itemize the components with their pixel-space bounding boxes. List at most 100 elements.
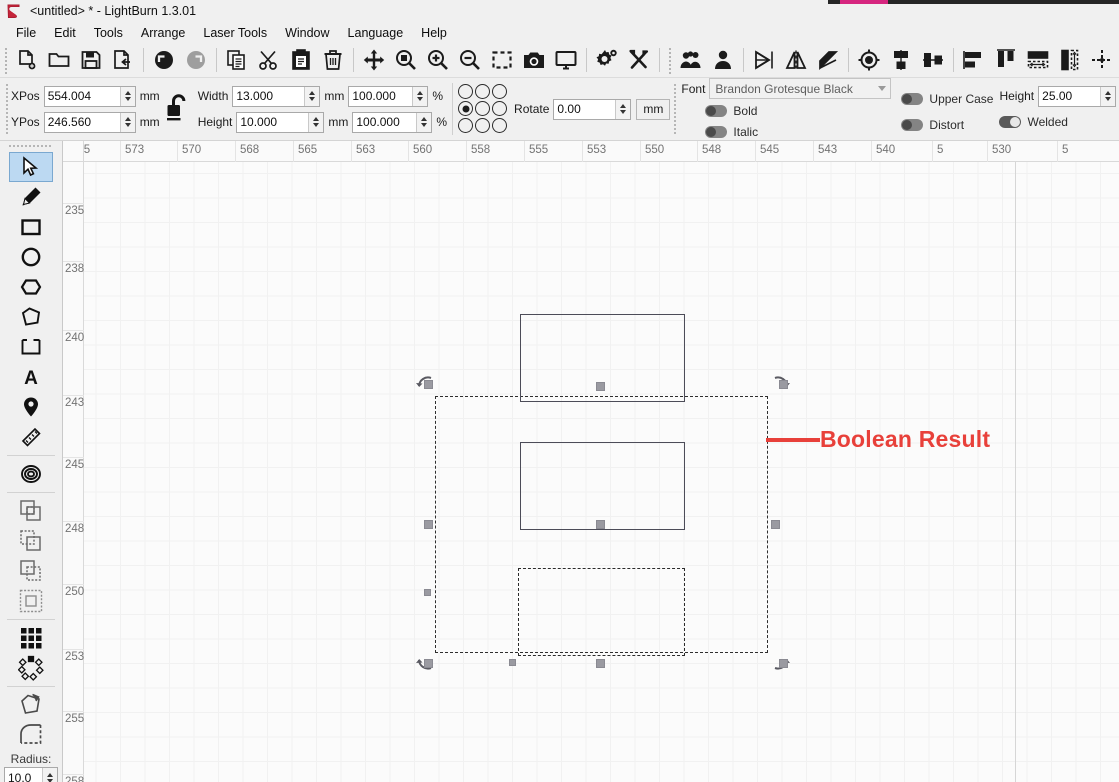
open-shape-icon[interactable]	[9, 332, 53, 362]
ellipse-tool-icon[interactable]	[9, 242, 53, 272]
ypos-stepper[interactable]	[119, 112, 135, 132]
arrow-up-icon[interactable]	[309, 91, 316, 95]
menu-edit[interactable]: Edit	[45, 24, 85, 42]
arrow-down-icon[interactable]	[47, 778, 53, 782]
toggle-switch[interactable]	[705, 125, 728, 138]
anchor-cell-middle-right[interactable]	[492, 101, 508, 116]
close-path-icon[interactable]	[812, 44, 844, 76]
toggle-switch[interactable]	[901, 93, 924, 105]
propbar-drag-handle-2[interactable]	[673, 82, 679, 136]
distort-toggle[interactable]: Distort	[901, 118, 964, 132]
height-percent-spinbox[interactable]	[352, 111, 433, 133]
italic-toggle[interactable]: Italic	[705, 125, 758, 139]
font-family-select[interactable]: Brandon Grotesque Black	[709, 78, 892, 99]
circular-array-icon[interactable]	[9, 653, 53, 683]
monitor-icon[interactable]	[550, 44, 582, 76]
save-file-icon[interactable]	[75, 44, 107, 76]
lock-aspect-ratio-button[interactable]	[160, 78, 198, 140]
redo-icon[interactable]	[180, 44, 212, 76]
toolbar-drag-handle-2[interactable]	[666, 46, 674, 74]
arrow-down-icon[interactable]	[313, 123, 320, 127]
xpos-input[interactable]	[44, 86, 120, 106]
menu-language[interactable]: Language	[339, 24, 413, 42]
arrow-down-icon[interactable]	[124, 123, 131, 127]
measure-tool-icon[interactable]	[9, 422, 53, 452]
arrow-down-icon[interactable]	[417, 97, 424, 101]
chevron-down-icon[interactable]	[878, 86, 887, 91]
rotate-stepper[interactable]	[615, 99, 631, 119]
resize-handle-middle-right[interactable]	[771, 520, 780, 529]
resize-handle-top-right[interactable]	[779, 380, 788, 389]
ungroup-icon[interactable]	[707, 44, 739, 76]
ruler-corner[interactable]	[63, 141, 84, 162]
rotate-unit-button[interactable]: mm	[636, 98, 671, 120]
zoom-to-fit-icon[interactable]	[390, 44, 422, 76]
copy-icon[interactable]	[221, 44, 253, 76]
arrow-up-icon[interactable]	[124, 117, 131, 121]
closed-polyline-icon[interactable]	[9, 302, 53, 332]
arrow-down-icon[interactable]	[1105, 97, 1112, 101]
ypos-spinbox[interactable]	[43, 111, 136, 133]
paste-icon[interactable]	[285, 44, 317, 76]
delete-icon[interactable]	[317, 44, 349, 76]
anchor-cell-top-left[interactable]	[458, 84, 474, 99]
settings-gear-icon[interactable]	[591, 44, 623, 76]
radius-stepper[interactable]	[42, 768, 57, 782]
arrow-up-icon[interactable]	[47, 772, 53, 777]
font-height-stepper[interactable]	[1100, 86, 1116, 106]
boolean-subtract-icon[interactable]	[9, 526, 53, 556]
propbar-drag-handle[interactable]	[3, 82, 11, 136]
move-icon[interactable]	[358, 44, 390, 76]
arrow-up-icon[interactable]	[620, 104, 627, 108]
arrow-down-icon[interactable]	[309, 97, 316, 101]
boolean-intersect-icon[interactable]	[9, 556, 53, 586]
zoom-in-icon[interactable]	[422, 44, 454, 76]
boolean-difference-icon[interactable]	[9, 586, 53, 616]
menu-file[interactable]: File	[7, 24, 45, 42]
flip-horizontal-icon[interactable]	[748, 44, 780, 76]
bold-toggle[interactable]: Bold	[705, 104, 757, 118]
menu-window[interactable]: Window	[276, 24, 338, 42]
height-spinbox[interactable]	[236, 111, 325, 133]
unlocked-padlock-icon[interactable]	[166, 93, 192, 126]
pencil-draw-icon[interactable]	[9, 182, 53, 212]
export-file-icon[interactable]	[107, 44, 139, 76]
anchor-cell-top-right[interactable]	[492, 84, 508, 99]
position-pin-icon[interactable]	[9, 392, 53, 422]
xpos-spinbox[interactable]	[43, 85, 136, 107]
anchor-cell-bottom-left[interactable]	[458, 118, 474, 133]
anchor-cell-top-center[interactable]	[475, 84, 491, 99]
new-file-icon[interactable]	[11, 44, 43, 76]
arrow-down-icon[interactable]	[620, 110, 627, 114]
ypos-input[interactable]	[44, 112, 120, 132]
rectangle-tool-icon[interactable]	[9, 212, 53, 242]
center-handle-rect-middle[interactable]	[596, 520, 605, 529]
resize-handle-bottom-center[interactable]	[596, 659, 605, 668]
vertical-ruler[interactable]: 233235238240243245248250253255258	[63, 141, 84, 782]
rotate-spinbox[interactable]	[553, 98, 632, 120]
align-horizontal-icon[interactable]	[917, 44, 949, 76]
menu-help[interactable]: Help	[412, 24, 456, 42]
make-same-width-icon[interactable]	[1022, 44, 1054, 76]
height-percent-input[interactable]	[353, 112, 417, 132]
canvas-workspace[interactable]: Boolean Result 5755735705685655635605585…	[63, 141, 1119, 782]
height-input[interactable]	[237, 112, 309, 132]
select-tool-icon[interactable]	[9, 152, 53, 182]
anchor-cell-bottom-center[interactable]	[475, 118, 491, 133]
anchor-cell-bottom-right[interactable]	[492, 118, 508, 133]
height-percent-stepper[interactable]	[416, 112, 432, 132]
width-percent-spinbox[interactable]	[348, 85, 429, 107]
arrow-down-icon[interactable]	[124, 97, 131, 101]
menu-tools[interactable]: Tools	[85, 24, 132, 42]
radius-spinbox[interactable]	[4, 767, 58, 782]
toggle-switch[interactable]	[901, 119, 924, 131]
move-to-origin-icon[interactable]	[1086, 44, 1118, 76]
anchor-cell-middle-left[interactable]	[458, 101, 474, 116]
resize-handle-bottom-right[interactable]	[779, 659, 788, 668]
marquee-select-icon[interactable]	[486, 44, 518, 76]
horizontal-ruler[interactable]: 5755735705685655635605585555535505485455…	[63, 141, 1119, 162]
flip-vertical-icon[interactable]	[780, 44, 812, 76]
polygon-tool-icon[interactable]	[9, 272, 53, 302]
offset-shapes-icon[interactable]	[9, 459, 53, 489]
resize-handle-bottom-left[interactable]	[424, 659, 433, 668]
